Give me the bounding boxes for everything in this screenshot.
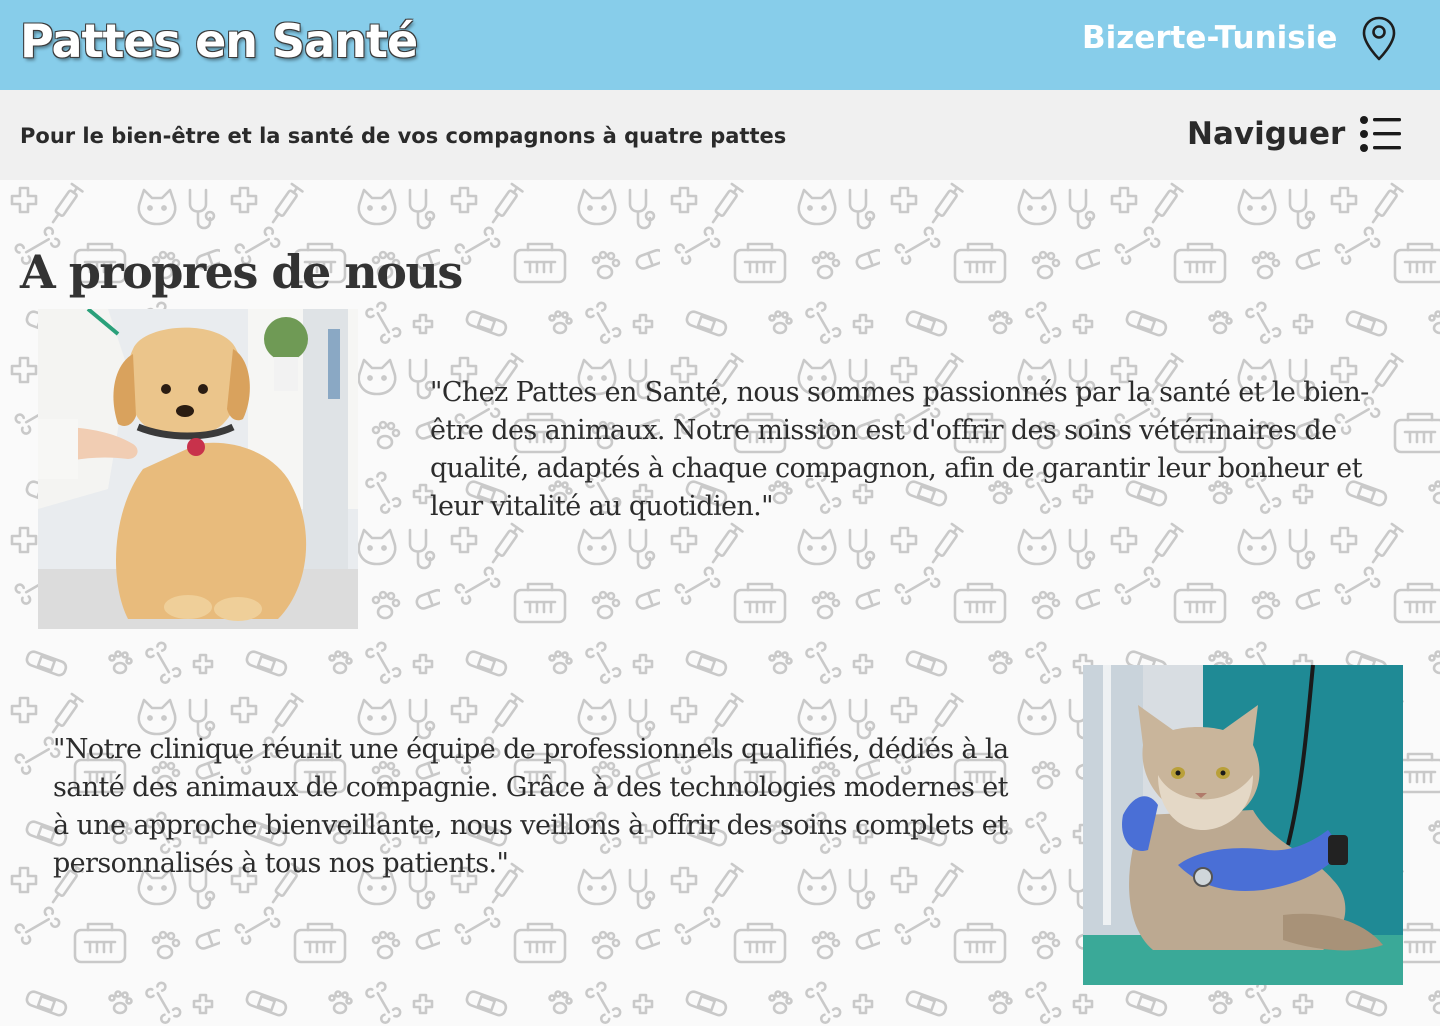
cat-vet-photo bbox=[1083, 665, 1403, 985]
mission-quote: "Chez Pattes en Santé, nous sommes passi… bbox=[430, 377, 1369, 522]
dog-vet-photo bbox=[38, 309, 358, 629]
map-pin-icon[interactable] bbox=[1361, 16, 1397, 62]
about-title: A propres de nous bbox=[20, 244, 463, 299]
about-section: A propres de nous "Chez Pattes en Santé,… bbox=[0, 180, 1440, 1026]
top-header: Pattes en Santé Bizerte-Tunisie bbox=[0, 0, 1440, 90]
location-text: Bizerte-Tunisie bbox=[1082, 20, 1338, 56]
navigate-button[interactable]: Naviguer bbox=[1187, 116, 1345, 152]
tagline: Pour le bien-être et la santé de vos com… bbox=[20, 124, 787, 148]
brand-logo[interactable]: Pattes en Santé bbox=[20, 14, 418, 68]
sub-header: Pour le bien-être et la santé de vos com… bbox=[0, 90, 1440, 180]
team-quote: "Notre clinique réunit une équipe de pro… bbox=[53, 734, 1009, 879]
list-menu-icon[interactable] bbox=[1357, 114, 1405, 156]
